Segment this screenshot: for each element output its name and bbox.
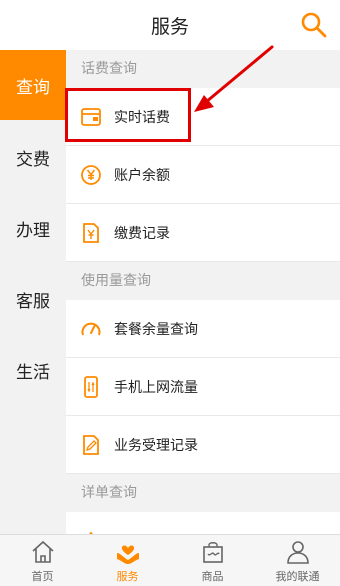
- app-screen: 服务 查询 交费 办理 客服 生活 话费查询 实时话费 账户余额 缴费记录 使用…: [0, 0, 340, 586]
- sidebar-item-query[interactable]: 查询: [0, 50, 66, 120]
- list-item-business-record[interactable]: 业务受理记录: [66, 416, 340, 474]
- yen-document-icon: [83, 223, 99, 243]
- app-header: 服务: [0, 0, 340, 50]
- edit-document-icon: [83, 435, 99, 455]
- tab-my-unicom[interactable]: 我的联通: [255, 535, 340, 586]
- list-item-data-usage[interactable]: 手机上网流量: [66, 358, 340, 416]
- sidebar-item-payment[interactable]: 交费: [0, 122, 66, 192]
- tab-label: 服务: [116, 570, 139, 583]
- category-sidebar: 查询 交费 办理 客服 生活: [0, 50, 66, 534]
- list-item-label: 手机上网流量: [114, 380, 198, 396]
- search-icon[interactable]: [300, 11, 328, 39]
- list-item-label: 套餐余量查询: [114, 322, 198, 338]
- highlight-box: [65, 88, 191, 142]
- user-icon: [287, 541, 309, 564]
- tab-service[interactable]: 服务: [85, 535, 170, 586]
- tab-label: 首页: [31, 570, 54, 583]
- page-title: 服务: [150, 16, 189, 38]
- tab-label: 我的联通: [275, 570, 320, 583]
- sidebar-item-handle[interactable]: 办理: [0, 193, 66, 263]
- tab-products[interactable]: 商品: [170, 535, 255, 586]
- tab-label: 商品: [201, 570, 224, 583]
- section-header-bill-query: 话费查询: [66, 50, 340, 88]
- yen-coin-icon: [81, 165, 101, 185]
- phone-data-icon: [84, 376, 98, 398]
- list-item-label: 业务受理记录: [114, 438, 198, 454]
- gauge-icon: [81, 322, 101, 336]
- section-header-usage-query: 使用量查询: [66, 262, 340, 300]
- list-item-payment-record[interactable]: 缴费记录: [66, 204, 340, 262]
- list-item-label: 账户余额: [114, 168, 170, 184]
- heart-hands-icon: [117, 545, 139, 564]
- list-item-partial[interactable]: [66, 512, 340, 534]
- tab-home[interactable]: 首页: [0, 535, 85, 586]
- bottom-tab-bar: 首页 服务 商品 我的联通: [0, 534, 340, 586]
- list-item-label: 缴费记录: [114, 226, 170, 242]
- shopping-bag-icon: [203, 542, 223, 563]
- home-icon: [32, 540, 54, 563]
- section-header-detail-query: 详单查询: [66, 474, 340, 512]
- list-item-account-balance[interactable]: 账户余额: [66, 146, 340, 204]
- sidebar-item-customer-service[interactable]: 客服: [0, 264, 66, 334]
- list-item-plan-remaining[interactable]: 套餐余量查询: [66, 300, 340, 358]
- sidebar-item-life[interactable]: 生活: [0, 335, 66, 405]
